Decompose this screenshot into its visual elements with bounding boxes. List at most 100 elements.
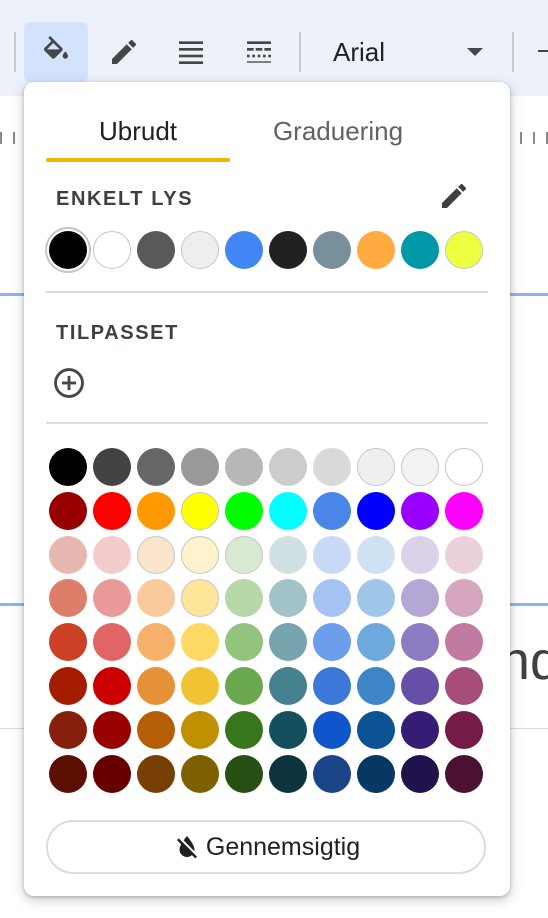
palette-color-swatch[interactable]: [445, 754, 483, 793]
palette-color-swatch[interactable]: [181, 491, 219, 530]
palette-color-swatch[interactable]: [445, 448, 483, 486]
palette-color-swatch[interactable]: [313, 754, 351, 793]
palette-color-swatch[interactable]: [357, 579, 395, 618]
palette-color-swatch[interactable]: [269, 491, 307, 530]
theme-color-swatch[interactable]: [357, 231, 395, 269]
palette-color-swatch[interactable]: [357, 448, 395, 486]
palette-color-swatch[interactable]: [269, 623, 307, 662]
palette-color-swatch[interactable]: [93, 491, 131, 530]
palette-color-swatch[interactable]: [269, 535, 307, 574]
palette-color-swatch[interactable]: [313, 710, 351, 749]
palette-color-swatch[interactable]: [313, 579, 351, 618]
palette-color-swatch[interactable]: [357, 710, 395, 749]
palette-color-swatch[interactable]: [93, 623, 131, 662]
palette-color-swatch[interactable]: [225, 623, 263, 662]
palette-color-swatch[interactable]: [401, 448, 439, 486]
palette-color-swatch[interactable]: [225, 667, 263, 705]
palette-color-swatch[interactable]: [49, 579, 87, 618]
palette-color-swatch[interactable]: [225, 754, 263, 793]
palette-color-swatch[interactable]: [357, 754, 395, 793]
fill-color-button[interactable]: [24, 22, 88, 82]
palette-color-swatch[interactable]: [445, 535, 483, 574]
palette-color-swatch[interactable]: [401, 754, 439, 793]
palette-color-swatch[interactable]: [49, 754, 87, 793]
palette-color-swatch[interactable]: [445, 710, 483, 749]
palette-color-swatch[interactable]: [49, 491, 87, 530]
palette-color-swatch[interactable]: [401, 667, 439, 705]
palette-color-swatch[interactable]: [181, 535, 219, 574]
palette-color-swatch[interactable]: [313, 623, 351, 662]
palette-color-swatch[interactable]: [401, 491, 439, 530]
tab-gradient[interactable]: Graduering: [240, 98, 436, 164]
palette-color-swatch[interactable]: [93, 667, 131, 705]
palette-color-swatch[interactable]: [401, 710, 439, 749]
palette-color-swatch[interactable]: [93, 448, 131, 486]
palette-color-swatch[interactable]: [401, 535, 439, 574]
palette-color-swatch[interactable]: [357, 667, 395, 705]
palette-color-swatch[interactable]: [225, 448, 263, 486]
palette-color-swatch[interactable]: [445, 623, 483, 662]
palette-color-swatch[interactable]: [181, 667, 219, 705]
palette-color-swatch[interactable]: [137, 667, 175, 705]
palette-color-swatch[interactable]: [357, 491, 395, 530]
palette-color-swatch[interactable]: [137, 491, 175, 530]
palette-color-swatch[interactable]: [181, 710, 219, 749]
palette-color-swatch[interactable]: [357, 535, 395, 574]
palette-color-swatch[interactable]: [313, 535, 351, 574]
tab-solid[interactable]: Ubrudt: [46, 98, 230, 164]
palette-color-swatch[interactable]: [181, 754, 219, 793]
palette-color-swatch[interactable]: [137, 754, 175, 793]
theme-color-swatch[interactable]: [445, 231, 483, 269]
palette-color-swatch[interactable]: [313, 667, 351, 705]
palette-color-swatch[interactable]: [181, 623, 219, 662]
theme-color-swatch[interactable]: [313, 231, 351, 269]
palette-color-swatch[interactable]: [181, 448, 219, 486]
palette-color-swatch[interactable]: [313, 491, 351, 530]
palette-color-swatch[interactable]: [401, 623, 439, 662]
palette-color-swatch[interactable]: [225, 579, 263, 618]
palette-color-swatch[interactable]: [181, 579, 219, 618]
palette-color-swatch[interactable]: [49, 623, 87, 662]
palette-color-swatch[interactable]: [49, 535, 87, 574]
palette-color-swatch[interactable]: [225, 535, 263, 574]
theme-color-swatch[interactable]: [269, 231, 307, 269]
theme-color-swatch[interactable]: [181, 231, 219, 269]
minus-icon[interactable]: [538, 50, 548, 52]
palette-color-swatch[interactable]: [49, 667, 87, 705]
palette-color-swatch[interactable]: [269, 579, 307, 618]
palette-color-swatch[interactable]: [225, 491, 263, 530]
palette-color-swatch[interactable]: [269, 710, 307, 749]
theme-color-swatch[interactable]: [93, 231, 131, 269]
palette-color-swatch[interactable]: [137, 710, 175, 749]
palette-color-swatch[interactable]: [445, 491, 483, 530]
add-custom-color-button[interactable]: [52, 366, 86, 400]
border-weight-button[interactable]: [159, 22, 223, 82]
palette-color-swatch[interactable]: [93, 754, 131, 793]
border-color-button[interactable]: [92, 22, 156, 82]
palette-color-swatch[interactable]: [137, 579, 175, 618]
theme-color-swatch[interactable]: [225, 231, 263, 269]
palette-color-swatch[interactable]: [49, 448, 87, 486]
palette-color-swatch[interactable]: [269, 667, 307, 705]
palette-color-swatch[interactable]: [93, 535, 131, 574]
palette-color-swatch[interactable]: [49, 710, 87, 749]
theme-color-swatch[interactable]: [49, 231, 87, 269]
palette-color-swatch[interactable]: [401, 579, 439, 618]
palette-color-swatch[interactable]: [137, 535, 175, 574]
font-family-select[interactable]: Arial: [305, 22, 505, 82]
palette-color-swatch[interactable]: [93, 710, 131, 749]
transparent-button[interactable]: Gennemsigtig: [46, 820, 486, 874]
palette-color-swatch[interactable]: [357, 623, 395, 662]
palette-color-swatch[interactable]: [137, 448, 175, 486]
border-dash-button[interactable]: [227, 22, 291, 82]
palette-color-swatch[interactable]: [93, 579, 131, 618]
theme-color-swatch[interactable]: [401, 231, 439, 269]
palette-color-swatch[interactable]: [137, 623, 175, 662]
palette-color-swatch[interactable]: [445, 579, 483, 618]
palette-color-swatch[interactable]: [313, 448, 351, 486]
theme-color-swatch[interactable]: [137, 231, 175, 269]
palette-color-swatch[interactable]: [445, 667, 483, 705]
palette-color-swatch[interactable]: [269, 754, 307, 793]
palette-color-swatch[interactable]: [269, 448, 307, 486]
edit-theme-button[interactable]: [438, 180, 470, 212]
